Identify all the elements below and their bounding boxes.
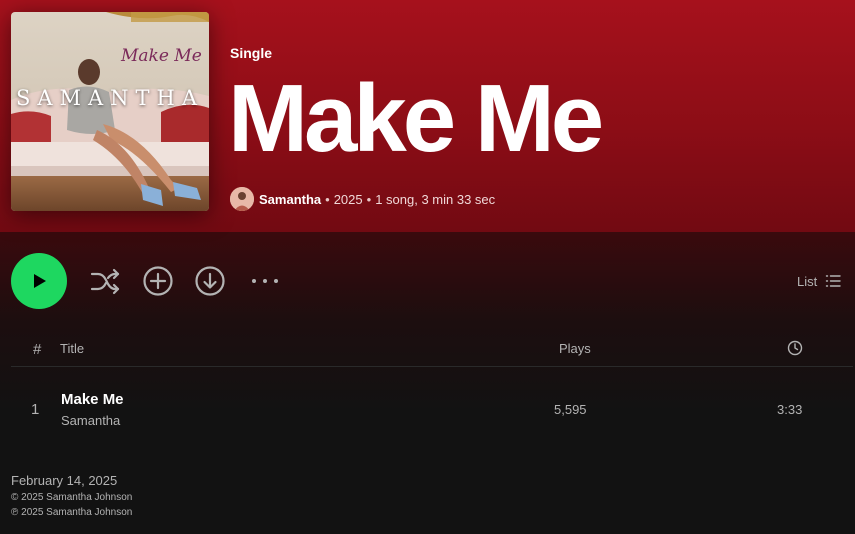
track-number: 1	[31, 401, 40, 418]
column-header-number: #	[33, 341, 42, 358]
album-summary: 1 song, 3 min 33 sec	[375, 191, 496, 207]
clock-icon	[787, 340, 803, 356]
shuffle-button[interactable]	[88, 264, 122, 298]
column-header-plays: Plays	[559, 341, 591, 356]
cover-title-text: Make Me	[121, 46, 202, 66]
shuffle-icon	[90, 268, 120, 295]
column-header-duration	[787, 340, 803, 359]
album-cover-art	[11, 12, 209, 211]
phonographic-copyright-line: ℗ 2025 Samantha Johnson	[11, 507, 133, 518]
track-title[interactable]: Make Me	[61, 391, 124, 408]
list-view-icon	[826, 275, 841, 287]
artist-avatar[interactable]	[230, 187, 254, 211]
meta-separator: •	[366, 191, 372, 207]
column-header-title: Title	[60, 341, 85, 356]
add-circle-icon	[143, 266, 173, 296]
track-plays: 5,595	[554, 402, 587, 417]
download-button[interactable]	[193, 264, 227, 298]
release-year: 2025	[333, 191, 363, 207]
artist-link[interactable]: Samantha	[259, 192, 321, 207]
release-type-label: Single	[230, 45, 273, 61]
meta-separator: •	[325, 191, 330, 207]
release-date: February 14, 2025	[11, 473, 118, 488]
add-to-library-button[interactable]	[141, 264, 175, 298]
track-artist[interactable]: Samantha	[61, 413, 120, 428]
artist-avatar-image	[230, 187, 254, 211]
play-button[interactable]	[11, 253, 67, 309]
album-cover[interactable]: Make Me SAMANTHA	[11, 12, 209, 211]
album-meta: Samantha • 2025 • 1 song, 3 min 33 sec	[230, 187, 495, 211]
play-icon	[34, 274, 46, 288]
more-options-button[interactable]	[248, 264, 282, 298]
copyright-line: © 2025 Samantha Johnson	[11, 492, 133, 503]
track-duration: 3:33	[777, 402, 803, 417]
track-row[interactable]: 1 Make Me Samantha 5,595 3:33	[11, 382, 853, 438]
cover-artist-text: SAMANTHA	[15, 86, 205, 110]
more-options-icon	[252, 279, 278, 283]
view-toggle[interactable]: List	[797, 272, 841, 290]
view-toggle-label: List	[797, 273, 818, 289]
tracklist-header: # Title Plays	[11, 333, 853, 367]
album-title: Make Me	[228, 65, 604, 172]
download-icon	[195, 266, 225, 296]
